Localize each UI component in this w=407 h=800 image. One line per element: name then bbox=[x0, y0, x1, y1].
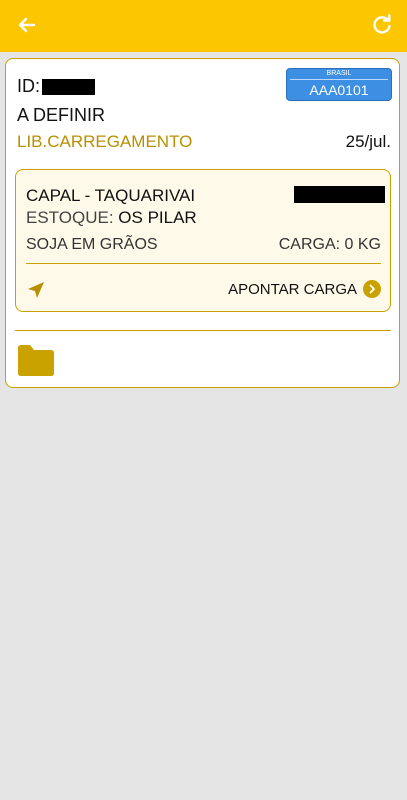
date-text: 25/jul. bbox=[345, 132, 391, 151]
app-header bbox=[0, 0, 407, 52]
stock-row: ESTOQUE: OS PILAR bbox=[26, 208, 197, 228]
shipment-card[interactable]: ID: BRASIL AAA0101 A DEFINIR LIB.CARREGA… bbox=[5, 58, 400, 388]
load-details-panel: CAPAL - TAQUARIVAI ESTOQUE: OS PILAR SOJ… bbox=[15, 169, 391, 312]
plate-number: AAA0101 bbox=[290, 79, 388, 100]
navigation-arrow-icon bbox=[28, 282, 44, 298]
status-text: LIB.CARREGAMENTO bbox=[17, 132, 193, 151]
id-label: ID: bbox=[17, 76, 41, 96]
plate-country: BRASIL bbox=[326, 70, 352, 77]
refresh-button[interactable] bbox=[369, 12, 395, 38]
redacted-id bbox=[42, 79, 95, 95]
stock-label: ESTOQUE: bbox=[26, 208, 114, 227]
card-divider bbox=[15, 330, 391, 331]
product-text: SOJA EM GRÃOS bbox=[26, 236, 158, 253]
refresh-icon bbox=[373, 14, 391, 34]
redacted-field bbox=[294, 186, 385, 203]
cargo-weight: CARGA: 0 KG bbox=[278, 236, 381, 253]
apontar-carga-label: APONTAR CARGA bbox=[228, 280, 357, 298]
license-plate: BRASIL AAA0101 bbox=[286, 68, 392, 101]
navigation-button[interactable] bbox=[26, 280, 46, 300]
folder-button[interactable] bbox=[16, 342, 56, 378]
stock-value: OS PILAR bbox=[118, 208, 197, 227]
origin-text: CAPAL - TAQUARIVAI bbox=[26, 186, 196, 205]
folder-icon bbox=[18, 345, 54, 376]
back-button[interactable] bbox=[14, 12, 40, 38]
arrow-left-icon bbox=[18, 17, 36, 33]
destination-text: A DEFINIR bbox=[17, 105, 106, 125]
chevron-right-circle-icon bbox=[363, 280, 381, 298]
apontar-carga-button[interactable]: APONTAR CARGA bbox=[228, 280, 381, 298]
panel-divider bbox=[26, 263, 381, 264]
